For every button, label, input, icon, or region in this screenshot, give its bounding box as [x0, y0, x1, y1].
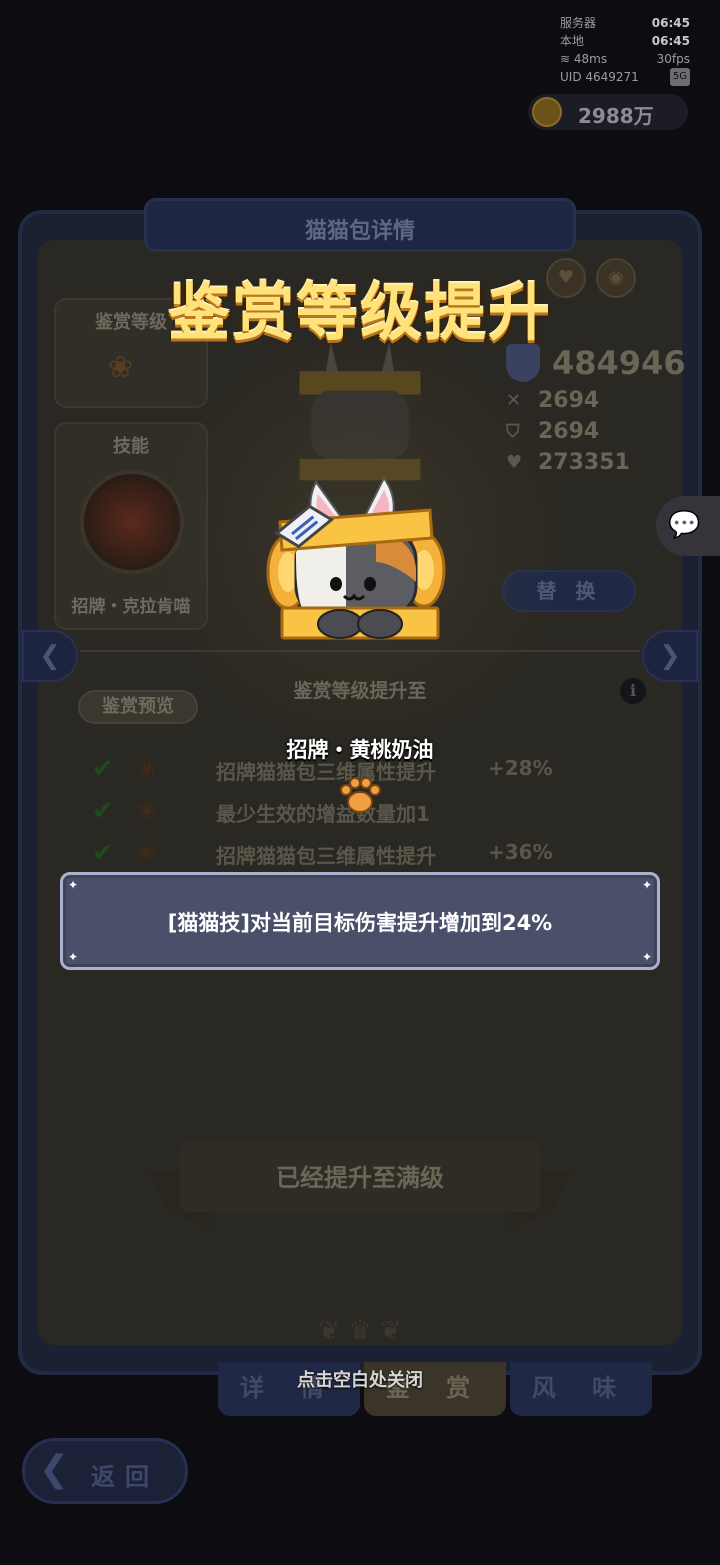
prev-cat-button[interactable]: ❮ — [22, 630, 78, 682]
local-time: 06:45 — [651, 34, 690, 48]
paw-icon: ❀ — [108, 350, 134, 385]
sparkle-icon: ✦ — [641, 878, 653, 892]
currency-display[interactable]: 2988万 — [528, 94, 688, 130]
skill-description-text: [猫猫技]对当前目标伤害提升增加到24% — [167, 911, 553, 935]
paw-icon: ❀ — [136, 838, 158, 868]
back-label: 返回 — [91, 1463, 159, 1491]
appraisal-upgrade-title: 鉴赏等级提升 — [167, 276, 552, 349]
defense-value: 2694 — [538, 419, 600, 444]
panel-title: 猫猫包详情 — [304, 219, 415, 244]
server-label: 服务器 — [560, 16, 597, 30]
bonus-value: +36% — [488, 840, 553, 864]
back-button[interactable]: ❮ 返回 — [22, 1438, 188, 1504]
info-icon[interactable]: i — [620, 678, 646, 704]
chat-icon: 💬 — [668, 510, 701, 540]
maxed-label: 已经提升至满级 — [276, 1164, 444, 1192]
attack-value: 2694 — [538, 388, 600, 413]
next-cat-button[interactable]: ❯ — [642, 630, 698, 682]
bonus-row: ✔ ❀ 招牌猫猫包三维属性提升 +36% — [92, 838, 612, 872]
arrow-left-icon: ❮ — [39, 641, 61, 671]
paw-icon — [340, 777, 381, 813]
fps-value: 30fps — [656, 52, 690, 66]
cat-name-label: 招牌・黄桃奶油 — [286, 738, 434, 762]
wifi-icon: ≋ — [560, 52, 571, 66]
currency-amount: 2988万 — [578, 104, 654, 128]
check-icon: ✔ — [92, 796, 114, 826]
network-status: 服务器 06:45 本地 06:45 ≋ 48ms 30fps UID 4649271… — [560, 14, 690, 86]
sparkle-icon: ✦ — [67, 950, 79, 964]
chat-button[interactable]: 💬 — [656, 496, 720, 556]
server-time: 06:45 — [651, 16, 690, 30]
paw-icon: ❀ — [136, 796, 158, 826]
sparkle-icon: ✦ — [641, 950, 653, 964]
local-label: 本地 — [560, 34, 585, 48]
skill-description-dialog: ✦ ✦ ✦ ✦ [猫猫技]对当前目标伤害提升增加到24% — [60, 872, 660, 970]
ping-value: 48ms — [573, 52, 608, 66]
arrow-right-icon: ❯ — [659, 641, 681, 671]
check-icon: ✔ — [92, 838, 114, 868]
panel-title-plate: 猫猫包详情 — [144, 198, 576, 252]
coin-icon — [532, 97, 562, 127]
bonus-text: 最少生效的增益数量加1 — [216, 802, 430, 826]
tap-to-close-hint[interactable]: 点击空白处关闭 — [0, 1366, 720, 1392]
sparkle-icon: ✦ — [67, 878, 79, 892]
bonus-text: 招牌猫猫包三维属性提升 — [216, 844, 436, 868]
back-arrow-icon: ❮ — [39, 1449, 70, 1490]
signal-badge: 5G — [669, 68, 690, 86]
uid-value: UID 4649271 — [560, 70, 639, 84]
cat-bag-portrait — [266, 476, 446, 640]
ornament-icon: ❦ ♛ ❦ — [318, 1316, 402, 1346]
